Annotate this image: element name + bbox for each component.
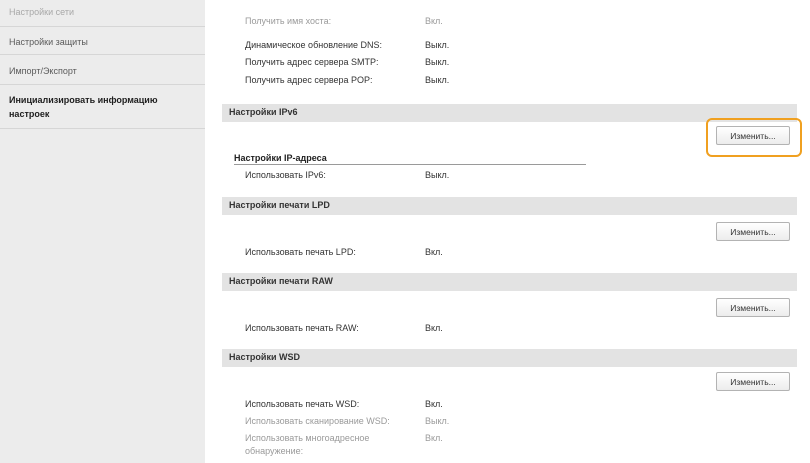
sidebar-item-initialize-settings[interactable]: Инициализировать информацию настроек <box>0 85 205 129</box>
row-label: Использовать многоадресное <box>245 433 370 443</box>
main-content: Получить имя хоста: Вкл. Динамическое об… <box>222 0 810 463</box>
row-value: Выкл. <box>425 40 450 50</box>
row-label: Использовать IPv6: <box>245 170 326 180</box>
row-value: Вкл. <box>425 323 443 333</box>
row-label: Использовать печать WSD: <box>245 399 360 409</box>
sidebar: Настройки сети Настройки защиты Импорт/Э… <box>0 0 205 463</box>
wsd-edit-button[interactable]: Изменить... <box>716 372 790 391</box>
row-value: Вкл. <box>425 247 443 257</box>
row-label: Использовать печать LPD: <box>245 247 356 257</box>
sidebar-item-label-line2: настроек <box>9 109 50 119</box>
row-value: Выкл. <box>425 170 450 180</box>
row-value: Выкл. <box>425 57 450 67</box>
subheading-divider <box>234 164 586 165</box>
sidebar-item-label: Настройки защиты <box>9 37 88 47</box>
row-value: Выкл. <box>425 416 450 426</box>
sidebar-item-label: Импорт/Экспорт <box>9 66 77 76</box>
ipv6-edit-button[interactable]: Изменить... <box>716 126 790 145</box>
row-value: Вкл. <box>425 399 443 409</box>
section-header-lpd: Настройки печати LPD <box>222 197 797 215</box>
section-header-raw: Настройки печати RAW <box>222 273 797 291</box>
row-label: Использовать печать RAW: <box>245 323 359 333</box>
row-label: Получить адрес сервера SMTP: <box>245 57 379 67</box>
row-value: Выкл. <box>425 75 450 85</box>
row-label-line2: обнаружение: <box>245 446 304 456</box>
sidebar-item-label: Настройки сети <box>9 7 74 17</box>
section-header-wsd: Настройки WSD <box>222 349 797 367</box>
row-value: Вкл. <box>425 16 443 26</box>
row-label: Динамическое обновление DNS: <box>245 40 383 50</box>
raw-edit-button[interactable]: Изменить... <box>716 298 790 317</box>
section-title: Настройки WSD <box>229 352 300 362</box>
sidebar-item-security-settings[interactable]: Настройки защиты <box>0 27 205 55</box>
section-title: Настройки печати RAW <box>229 276 333 286</box>
lpd-edit-button[interactable]: Изменить... <box>716 222 790 241</box>
row-label: Получить адрес сервера POP: <box>245 75 373 85</box>
row-value: Вкл. <box>425 433 443 443</box>
sidebar-item-network-settings[interactable]: Настройки сети <box>0 0 205 27</box>
sidebar-item-import-export[interactable]: Импорт/Экспорт <box>0 55 205 85</box>
section-title: Настройки печати LPD <box>229 200 330 210</box>
row-label: Получить имя хоста: <box>245 16 332 26</box>
sidebar-item-label-line1: Инициализировать информацию <box>9 95 158 105</box>
row-label: Использовать сканирование WSD: <box>245 416 390 426</box>
section-title: Настройки IPv6 <box>229 107 298 117</box>
ip-address-settings-heading: Настройки IP-адреса <box>234 153 327 163</box>
